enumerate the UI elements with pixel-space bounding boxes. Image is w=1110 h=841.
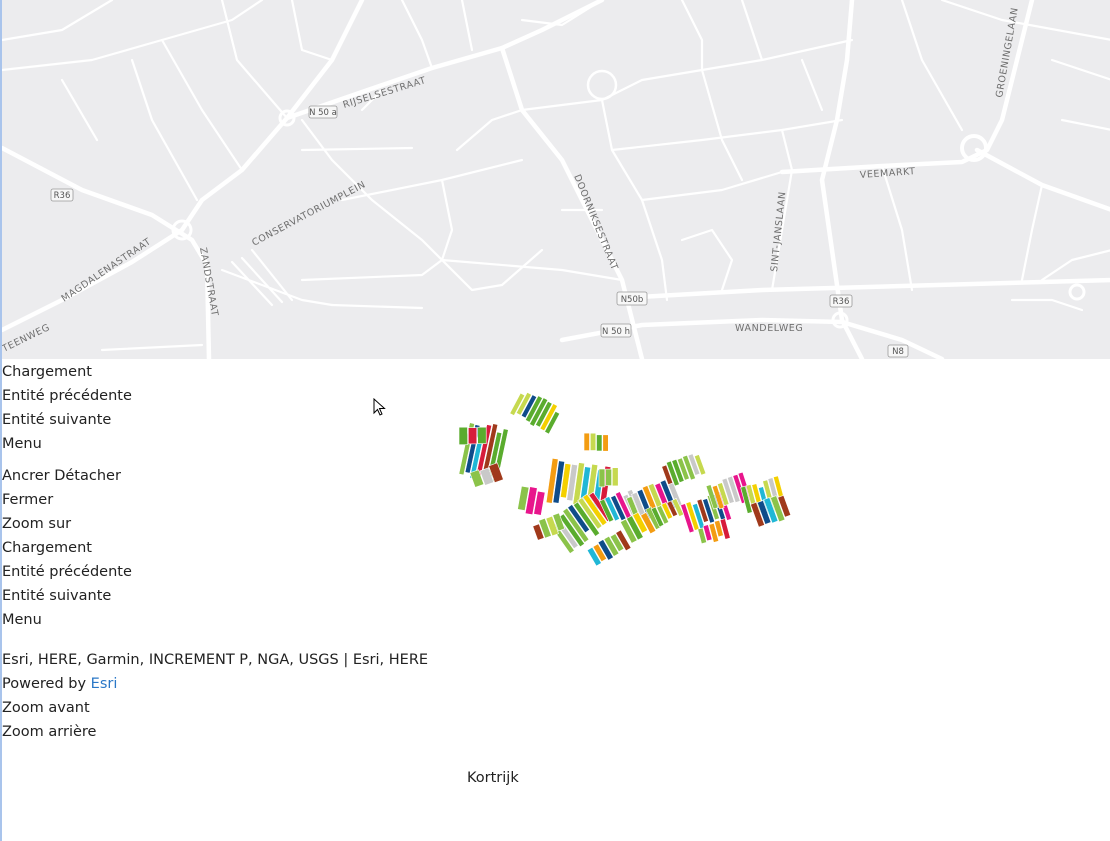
- map-footer-controls: Esri, HERE, Garmin, INCREMENT P, NGA, US…: [2, 648, 428, 744]
- loading-indicator-2: Chargement: [2, 540, 92, 556]
- popup-title: Kortrijk: [467, 770, 519, 786]
- popup-header-controls: Chargement Entité précédente Entité suiv…: [2, 360, 132, 456]
- parcel[interactable]: [602, 434, 609, 452]
- road-label-wandelweg: WANDELWEG: [735, 323, 803, 334]
- dock-undock-button[interactable]: Ancrer Détacher: [2, 464, 132, 488]
- shield-n50a: N 50 a: [308, 105, 338, 119]
- menu-button-2[interactable]: Menu: [2, 608, 132, 632]
- shield-n8: N8: [887, 344, 909, 358]
- parcel-block[interactable]: [458, 426, 487, 446]
- parcel-block[interactable]: [661, 451, 707, 488]
- mouse-cursor-icon: [373, 398, 386, 416]
- parcel[interactable]: [596, 434, 603, 452]
- parcel[interactable]: [458, 426, 468, 446]
- zoom-in-button[interactable]: Zoom avant: [2, 696, 428, 720]
- shield-n50b: N50b: [616, 291, 648, 306]
- parcel[interactable]: [590, 432, 597, 451]
- attribution-sources: Esri, HERE, Garmin, INCREMENT P, NGA, US…: [2, 652, 429, 668]
- parcel-block[interactable]: [517, 485, 546, 516]
- parcel-block[interactable]: [586, 529, 632, 567]
- popup-actions: Ancrer Détacher Fermer Zoom sur Chargeme…: [2, 464, 132, 632]
- parcel-block[interactable]: [598, 467, 619, 488]
- shield-r36-left: R36: [50, 188, 74, 202]
- parcel[interactable]: [605, 468, 612, 486]
- close-button[interactable]: Fermer: [2, 488, 132, 512]
- svg-text:N 50 a: N 50 a: [309, 108, 337, 118]
- parcel[interactable]: [477, 426, 487, 444]
- svg-text:R36: R36: [54, 191, 71, 201]
- parcel[interactable]: [598, 468, 606, 488]
- previous-feature-button-2[interactable]: Entité précédente: [2, 560, 132, 584]
- basemap[interactable]: RIJSELSESTRAAT DOORNIKSESTRAAT MAGDALENA…: [2, 0, 1110, 359]
- shield-r36-right: R36: [829, 294, 853, 308]
- zoom-to-button[interactable]: Zoom sur: [2, 512, 132, 536]
- svg-text:N50b: N50b: [621, 295, 644, 305]
- powered-by: Powered by Esri: [2, 672, 428, 696]
- parcel-block[interactable]: [509, 392, 563, 435]
- svg-text:N8: N8: [892, 347, 904, 357]
- parcel[interactable]: [612, 467, 619, 487]
- next-feature-button-2[interactable]: Entité suivante: [2, 584, 132, 608]
- svg-text:R36: R36: [833, 297, 850, 307]
- parcel[interactable]: [468, 427, 478, 445]
- esri-link[interactable]: Esri: [91, 676, 118, 692]
- zoom-out-button[interactable]: Zoom arrière: [2, 720, 428, 744]
- menu-button[interactable]: Menu: [2, 432, 132, 456]
- parcel-block[interactable]: [583, 432, 609, 452]
- next-feature-button[interactable]: Entité suivante: [2, 408, 132, 432]
- parcel[interactable]: [583, 432, 590, 451]
- loading-indicator: Chargement: [2, 364, 92, 380]
- powered-by-label: Powered by: [2, 676, 87, 692]
- svg-text:N 50 h: N 50 h: [602, 327, 630, 337]
- previous-feature-button[interactable]: Entité précédente: [2, 384, 132, 408]
- shield-n50h: N 50 h: [600, 323, 632, 338]
- parcels-layer[interactable]: [454, 392, 799, 567]
